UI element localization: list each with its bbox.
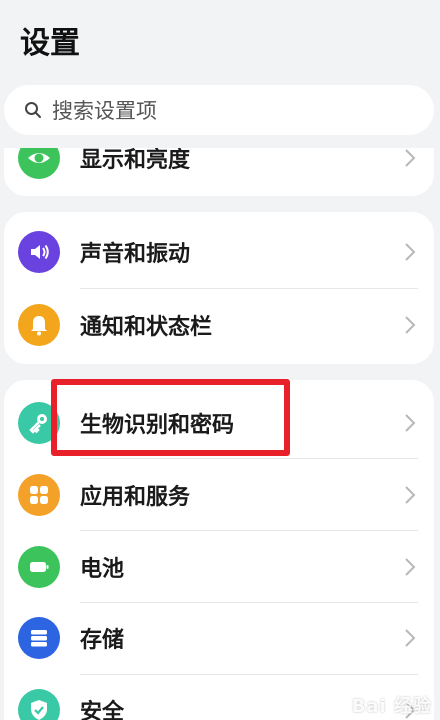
search-input[interactable]: 搜索设置项 <box>4 85 434 135</box>
battery-icon <box>18 546 60 588</box>
settings-group-display: 显示和亮度 <box>4 148 434 196</box>
chevron-right-icon <box>405 486 416 504</box>
watermark: Bai 经验 <box>351 696 432 717</box>
storage-icon <box>18 617 60 659</box>
search-placeholder: 搜索设置项 <box>52 99 157 123</box>
settings-item-notifications[interactable]: 通知和状态栏 <box>4 289 434 361</box>
settings-item-label: 应用和服务 <box>80 485 191 510</box>
speaker-icon <box>18 231 60 273</box>
highlight-annotation-box <box>51 379 290 456</box>
page-title: 设置 <box>20 26 80 61</box>
settings-item-apps[interactable]: 应用和服务 <box>4 459 434 531</box>
settings-item-storage[interactable]: 存储 <box>4 602 434 674</box>
eye-icon <box>18 148 60 179</box>
settings-group-sound: 声音和振动 通知和状态栏 <box>4 212 434 364</box>
settings-item-battery[interactable]: 电池 <box>4 531 434 603</box>
search-icon <box>25 102 41 118</box>
settings-item-sound[interactable]: 声音和振动 <box>4 216 434 288</box>
shield-icon <box>18 689 60 720</box>
chevron-right-icon <box>405 243 416 261</box>
chevron-right-icon <box>405 414 416 432</box>
settings-item-label: 存储 <box>80 628 125 653</box>
chevron-right-icon <box>405 316 416 334</box>
bell-icon <box>18 304 60 346</box>
settings-item-display[interactable]: 显示和亮度 <box>4 148 434 194</box>
chevron-right-icon <box>405 149 416 167</box>
settings-item-label: 通知和状态栏 <box>80 315 213 340</box>
chevron-right-icon <box>405 558 416 576</box>
settings-item-label: 声音和振动 <box>80 242 191 267</box>
settings-item-label: 电池 <box>80 557 125 582</box>
settings-item-label: 安全 <box>80 700 125 720</box>
chevron-right-icon <box>405 629 416 647</box>
settings-item-label: 显示和亮度 <box>80 148 191 173</box>
apps-grid-icon <box>18 474 60 516</box>
